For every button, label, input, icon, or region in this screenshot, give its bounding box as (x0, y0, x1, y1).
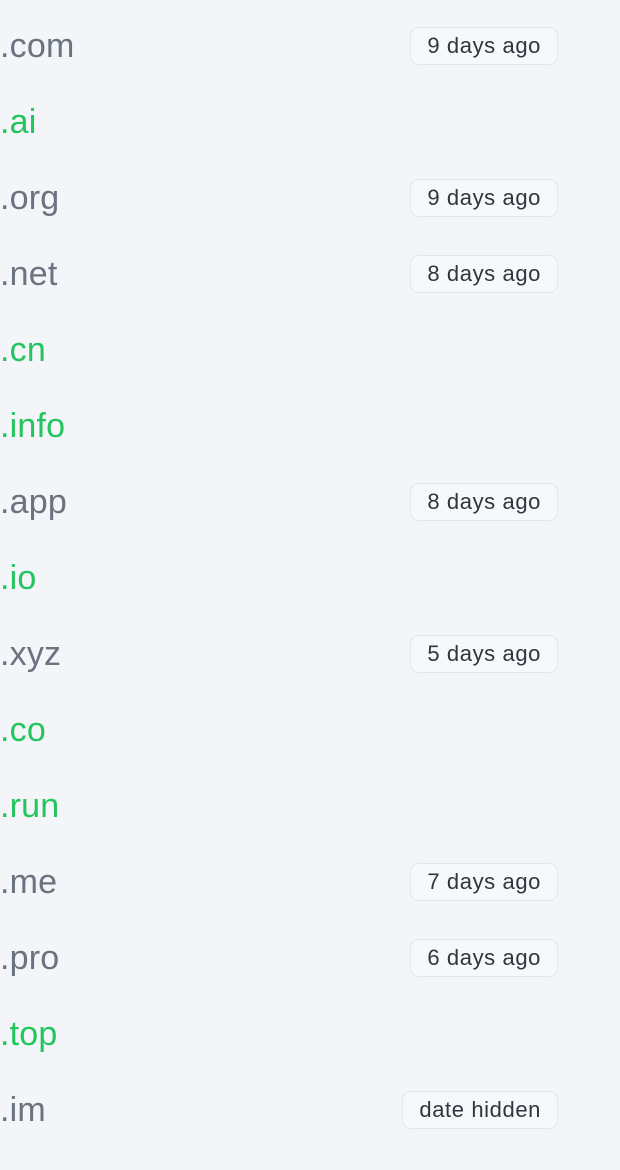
registration-age-badge: 7 days ago (410, 863, 558, 901)
domain-tld[interactable]: .pro (0, 938, 59, 978)
domain-tld[interactable]: .xyz (0, 634, 61, 674)
registration-age-badge: 5 days ago (410, 635, 558, 673)
registration-age-badge: 8 days ago (410, 255, 558, 293)
domain-tld[interactable]: .app (0, 482, 67, 522)
domain-tld[interactable]: .run (0, 786, 59, 826)
domain-tld[interactable]: .me (0, 862, 57, 902)
domain-row-run[interactable]: .run (0, 768, 620, 844)
domain-row-im[interactable]: .im date hidden (0, 1072, 620, 1148)
domain-tld[interactable]: .io (0, 558, 37, 598)
registration-age-badge: 6 days ago (410, 939, 558, 977)
registration-age-badge: 8 days ago (410, 483, 558, 521)
domain-row-co[interactable]: .co (0, 692, 620, 768)
domain-row-top[interactable]: .top (0, 996, 620, 1072)
domain-tld[interactable]: .co (0, 710, 46, 750)
domain-row-io[interactable]: .io (0, 540, 620, 616)
registration-age-badge: 9 days ago (410, 27, 558, 65)
domain-tld[interactable]: .com (0, 26, 74, 66)
domain-row-cn[interactable]: .cn (0, 312, 620, 388)
domain-row-org[interactable]: .org 9 days ago (0, 160, 620, 236)
domain-tld[interactable]: .ai (0, 102, 37, 142)
domain-tld[interactable]: .org (0, 178, 59, 218)
domain-row-pro[interactable]: .pro 6 days ago (0, 920, 620, 996)
registration-age-badge: 9 days ago (410, 179, 558, 217)
domain-row-me[interactable]: .me 7 days ago (0, 844, 620, 920)
domain-row-com[interactable]: .com 9 days ago (0, 8, 620, 84)
domain-tld[interactable]: .net (0, 254, 58, 294)
domain-row-ai[interactable]: .ai (0, 84, 620, 160)
domain-tld[interactable]: .cn (0, 330, 46, 370)
domain-tld[interactable]: .info (0, 406, 65, 446)
domain-tld[interactable]: .top (0, 1014, 58, 1054)
domain-row-xyz[interactable]: .xyz 5 days ago (0, 616, 620, 692)
registration-age-badge: date hidden (402, 1091, 558, 1129)
domain-row-net[interactable]: .net 8 days ago (0, 236, 620, 312)
domain-tld[interactable]: .im (0, 1090, 46, 1130)
domain-row-app[interactable]: .app 8 days ago (0, 464, 620, 540)
domain-row-info[interactable]: .info (0, 388, 620, 464)
domain-list: .com 9 days ago .ai .org 9 days ago .net… (0, 0, 620, 1170)
